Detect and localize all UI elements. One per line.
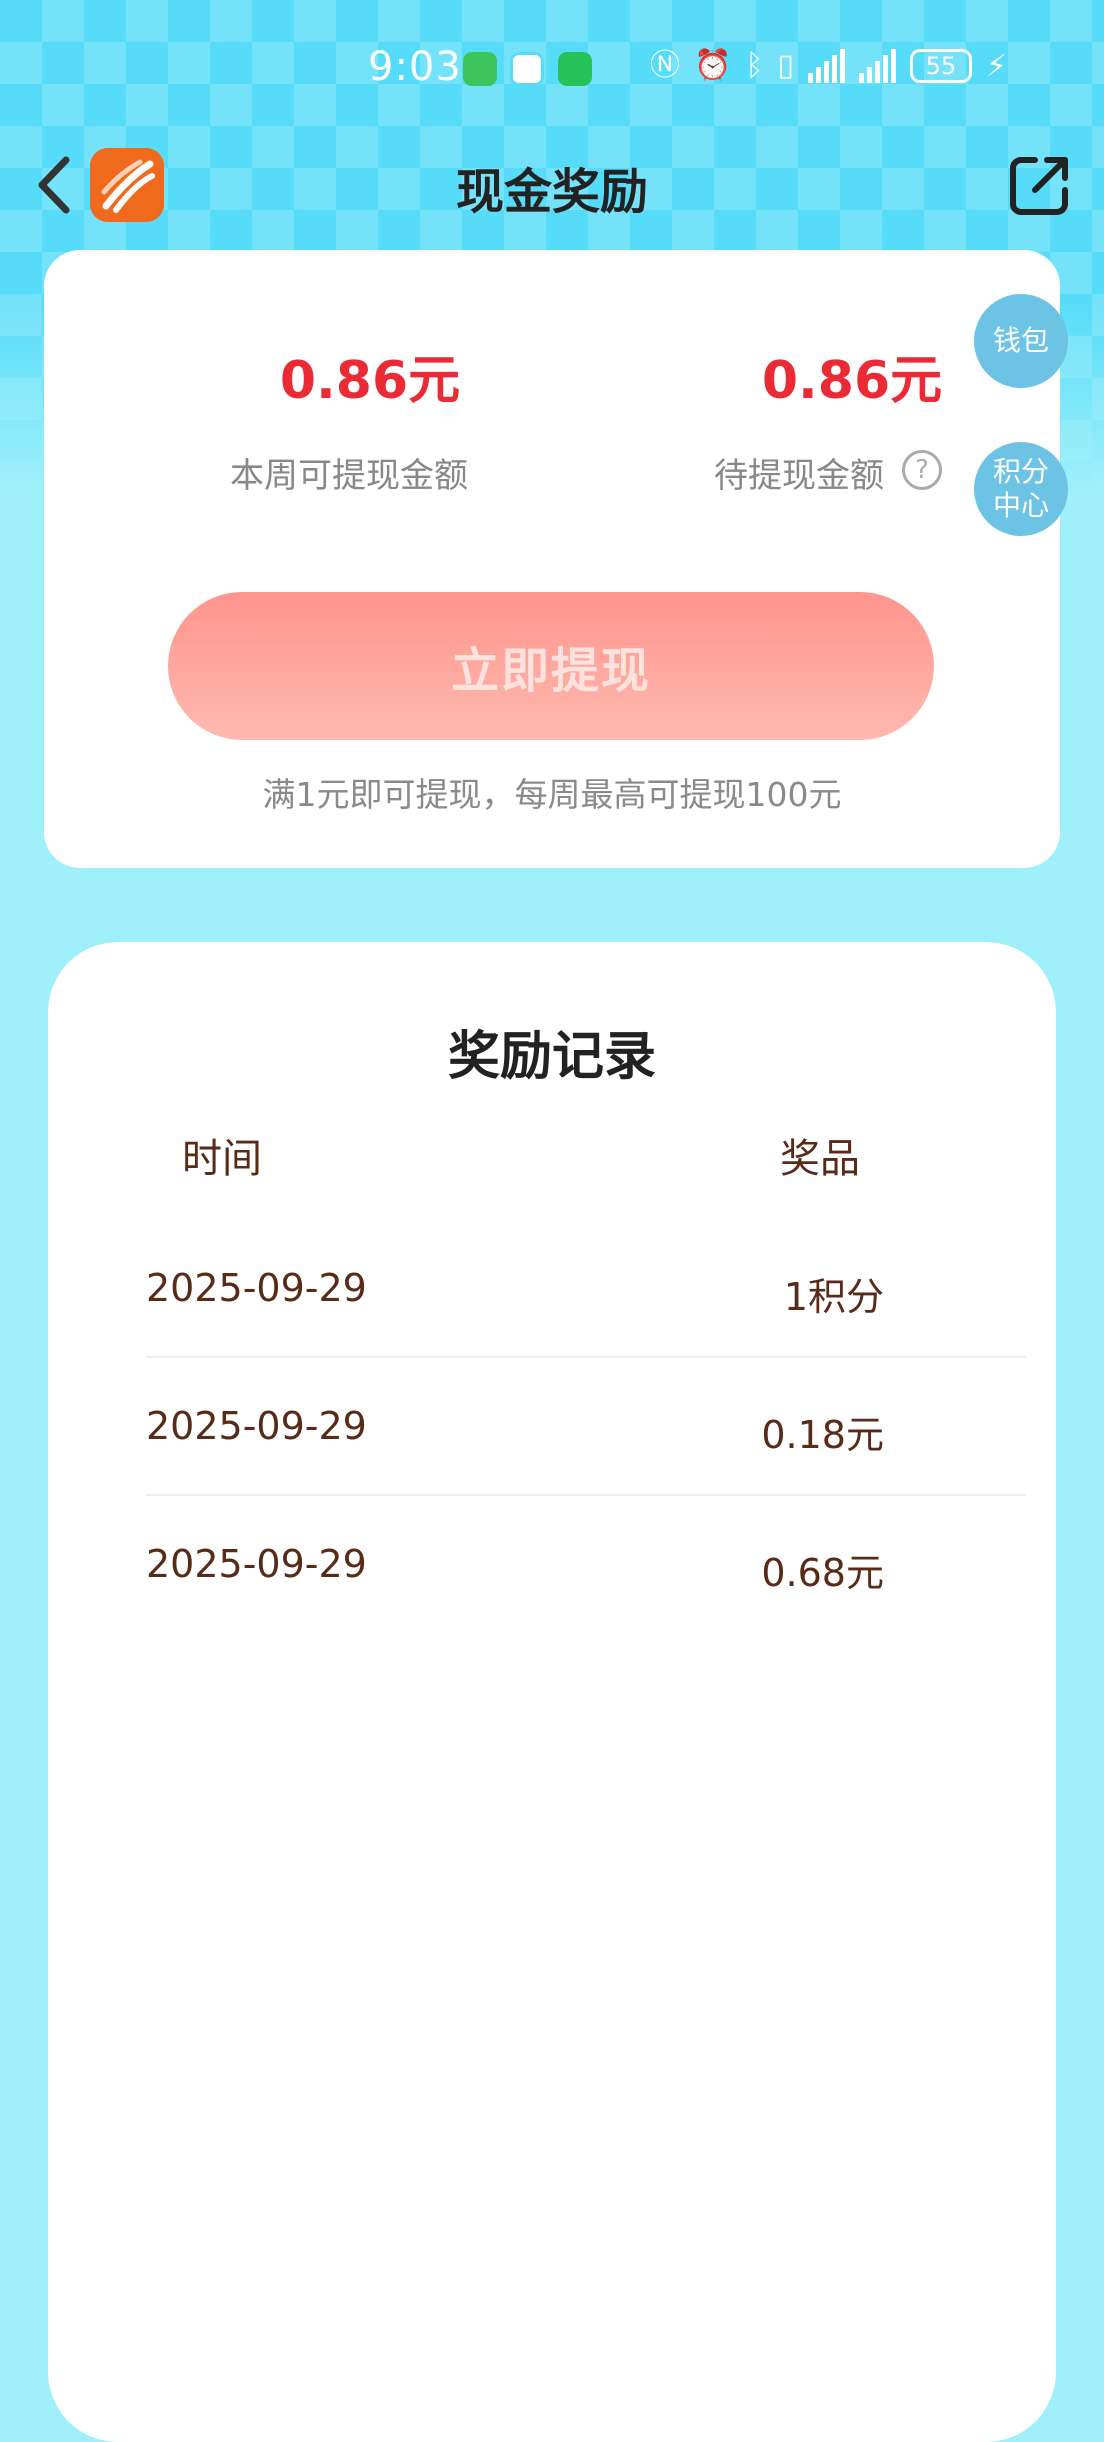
weekly-withdrawable-amount: 0.86元 — [279, 351, 461, 411]
weekly-withdrawable-label: 本周可提现金额 — [230, 456, 468, 496]
records-title: 奖励记录 — [447, 1027, 656, 1087]
battery-icon: 55 — [909, 49, 972, 83]
record-date: 2025-09-29 — [146, 1404, 367, 1448]
system-icons: Ⓝ ⏰ ᛒ ▯ 55 ⚡ — [650, 46, 1007, 86]
wallet-label: 钱包 — [992, 324, 1049, 357]
points-center-label: 积分 中心 — [992, 455, 1049, 522]
record-row: 2025-09-29 1积分 — [146, 1218, 1026, 1358]
message-app-icon — [510, 52, 544, 86]
record-row: 2025-09-29 0.18元 — [146, 1356, 1026, 1496]
help-icon[interactable]: ? — [902, 450, 942, 490]
record-prize: 1积分 — [783, 1275, 884, 1319]
points-center-button[interactable]: 积分 中心 — [974, 442, 1068, 536]
alarm-icon: ⏰ — [694, 48, 732, 83]
status-bar: 9:03 Ⓝ ⏰ ᛒ ▯ 55 ⚡ — [0, 0, 1104, 130]
wallet-button[interactable]: 钱包 — [974, 294, 1068, 388]
withdraw-summary-card: 0.86元 0.86元 本周可提现金额 待提现金额 ? 立即提现 满1元即可提现… — [44, 250, 1060, 868]
pending-withdraw-label: 待提现金额 — [714, 456, 884, 496]
column-header-time: 时间 — [182, 1136, 262, 1182]
share-button[interactable] — [1005, 150, 1075, 220]
record-prize: 0.68元 — [761, 1551, 884, 1595]
signal-icon-2 — [858, 49, 896, 83]
share-icon — [1010, 157, 1068, 215]
record-date: 2025-09-29 — [146, 1542, 367, 1586]
withdraw-rule-note: 满1元即可提现，每周最高可提现100元 — [262, 775, 842, 814]
nfc-icon: Ⓝ — [650, 48, 680, 83]
column-header-prize: 奖品 — [780, 1136, 860, 1182]
bluetooth-icon: ᛒ — [745, 48, 764, 83]
status-time: 9:03 — [368, 44, 462, 90]
charging-icon: ⚡ — [985, 48, 1007, 84]
phone-app-icon — [463, 52, 497, 86]
record-row: 2025-09-29 0.68元 — [146, 1494, 1026, 1632]
reward-records-card: 奖励记录 时间 奖品 2025-09-29 1积分 2025-09-29 0.1… — [48, 942, 1056, 2442]
page-title: 现金奖励 — [455, 164, 648, 220]
vibrate-icon: ▯ — [777, 48, 794, 83]
signal-icon — [807, 49, 845, 83]
withdraw-now-button[interactable]: 立即提现 — [168, 592, 934, 740]
record-date: 2025-09-29 — [146, 1266, 367, 1310]
wechat-app-icon — [558, 52, 592, 86]
record-prize: 0.18元 — [761, 1413, 884, 1457]
